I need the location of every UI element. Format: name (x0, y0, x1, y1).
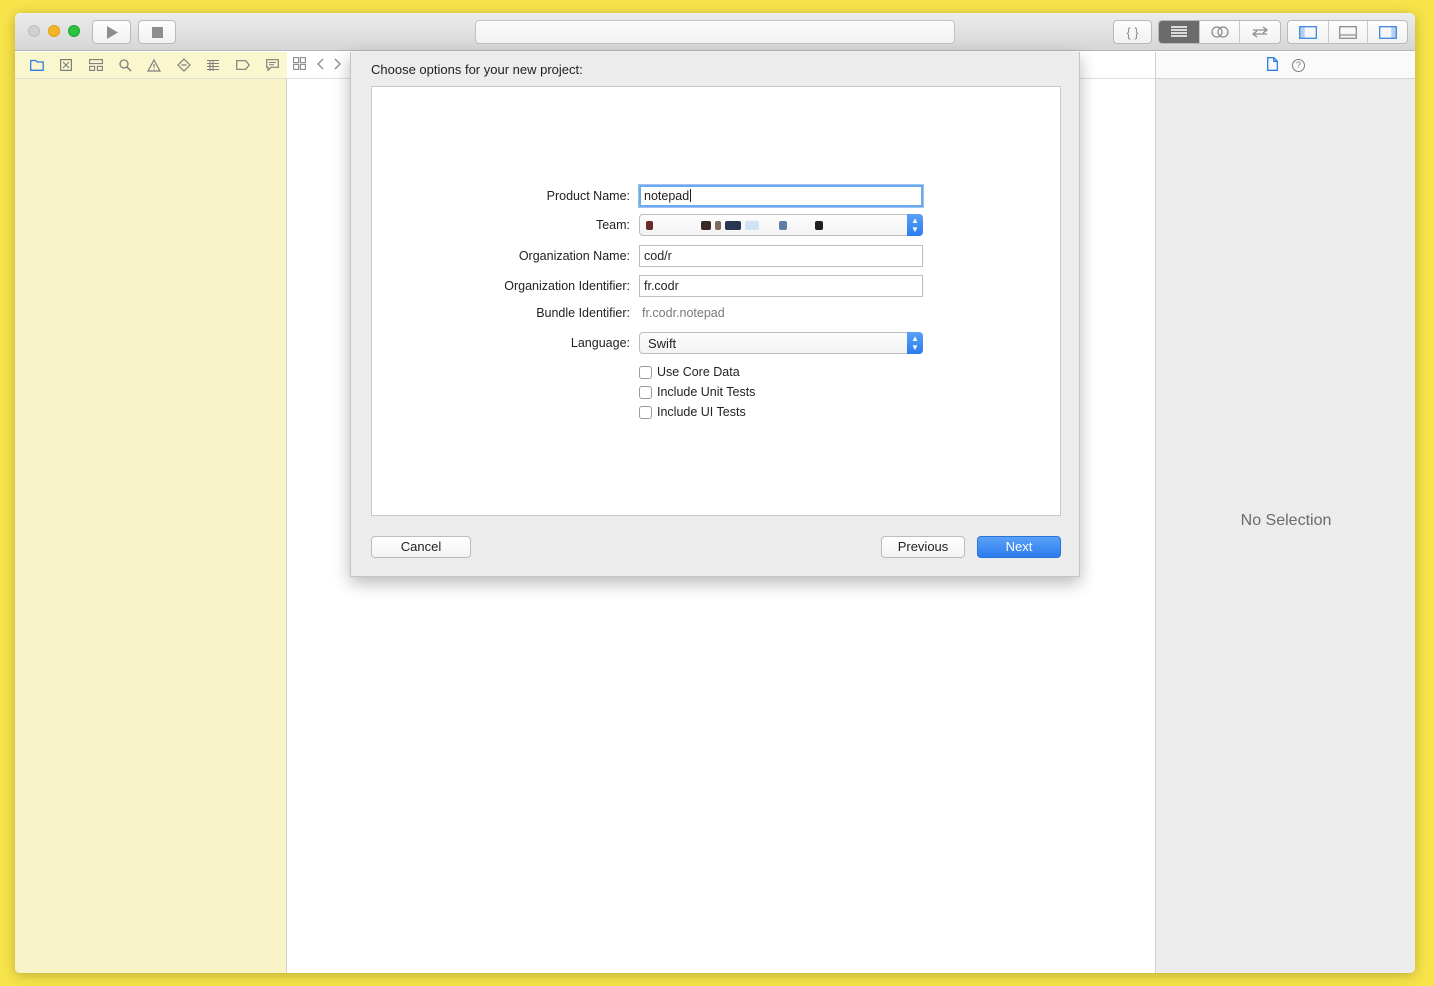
zoom-window-button[interactable] (68, 25, 80, 37)
navigator-pane (15, 52, 287, 973)
checkbox-box[interactable] (639, 385, 652, 399)
inspector-tab-bar: ? (1156, 52, 1415, 79)
no-selection-label: No Selection (1240, 512, 1332, 529)
issue-icon[interactable] (140, 52, 169, 79)
org-identifier-field[interactable]: fr.codr (639, 275, 923, 297)
product-name-field[interactable]: notepad (639, 185, 923, 207)
checkbox-box[interactable] (639, 405, 652, 419)
debug-icon[interactable] (199, 52, 228, 79)
checkbox-label: Include Unit Tests (657, 385, 756, 399)
source-control-icon[interactable] (51, 52, 80, 79)
find-icon[interactable] (110, 52, 139, 79)
breakpoint-icon[interactable] (228, 52, 257, 79)
include-ui-tests-checkbox[interactable]: Include UI Tests (639, 403, 746, 421)
new-project-sheet: Choose options for your new project: Pro… (350, 52, 1080, 577)
symbol-navigator-icon[interactable] (81, 52, 110, 79)
minimize-window-button[interactable] (48, 25, 60, 37)
chevron-up-down-icon: ▲ ▼ (907, 214, 923, 236)
language-value: Swift (648, 336, 677, 351)
team-label: Team: (595, 218, 630, 232)
org-name-label: Organization Name: (518, 249, 630, 263)
previous-button[interactable]: Previous (881, 536, 965, 558)
team-value-redacted (646, 218, 896, 232)
activity-view (475, 20, 955, 44)
language-label: Language: (570, 336, 630, 350)
include-unit-tests-checkbox[interactable]: Include Unit Tests (639, 383, 755, 401)
checkbox-label: Include UI Tests (657, 405, 746, 419)
xcode-window: { } ? No Selection Choose options for yo… (15, 13, 1415, 973)
language-row: Language: Swift ▲ ▼ (372, 332, 1062, 354)
utilities-toggle-icon[interactable] (1367, 21, 1407, 43)
bundle-identifier-label: Bundle Identifier: (536, 306, 630, 320)
navigator-tab-bar (15, 52, 287, 79)
team-row: Team: ▲ ▼ (372, 214, 1062, 236)
checkbox-box[interactable] (639, 365, 652, 379)
braces-icon: { } (1126, 24, 1139, 40)
code-snippet-button[interactable]: { } (1113, 20, 1152, 44)
standard-editor-icon[interactable] (1159, 21, 1199, 43)
close-window-button[interactable] (28, 25, 40, 37)
toolbar: { } (15, 13, 1415, 51)
checkbox-label: Use Core Data (657, 365, 740, 379)
project-navigator-icon[interactable] (22, 52, 51, 79)
options-panel: Product Name: notepad Team: ▲ ▼ Organiza… (371, 86, 1061, 516)
language-popup[interactable]: Swift ▲ ▼ (639, 332, 923, 354)
use-core-data-checkbox[interactable]: Use Core Data (639, 363, 740, 381)
org-name-row: Organization Name: cod/r (372, 245, 1062, 267)
org-identifier-label: Organization Identifier: (504, 279, 630, 293)
file-inspector-icon[interactable] (1267, 56, 1278, 74)
test-icon[interactable] (169, 52, 198, 79)
product-name-value: notepad (644, 189, 690, 203)
org-identifier-row: Organization Identifier: fr.codr (372, 275, 1062, 297)
stop-button[interactable] (138, 20, 176, 44)
version-editor-icon[interactable] (1239, 21, 1279, 43)
editor-mode-segmented-control[interactable] (1158, 20, 1281, 44)
team-popup[interactable]: ▲ ▼ (639, 214, 923, 236)
sheet-title: Choose options for your new project: (371, 62, 583, 77)
quick-help-icon[interactable]: ? (1292, 58, 1305, 72)
bundle-identifier-value: fr.codr.notepad (642, 306, 725, 320)
chevron-up-down-icon: ▲ ▼ (907, 332, 923, 354)
assistant-editor-icon[interactable] (1199, 21, 1239, 43)
bundle-identifier-row: Bundle Identifier: fr.codr.notepad (372, 302, 1062, 324)
next-button[interactable]: Next (977, 536, 1061, 558)
debug-area-toggle-icon[interactable] (1327, 21, 1368, 43)
text-caret (690, 189, 692, 202)
play-icon (106, 25, 118, 39)
org-name-field[interactable]: cod/r (639, 245, 923, 267)
stop-icon (151, 26, 163, 38)
navigator-toggle-icon[interactable] (1288, 21, 1328, 43)
chevron-right-icon[interactable] (334, 58, 342, 73)
report-icon[interactable] (258, 52, 287, 79)
cancel-button[interactable]: Cancel (371, 536, 471, 558)
view-toggle-segmented-control[interactable] (1287, 20, 1408, 44)
related-items-icon[interactable] (293, 57, 306, 73)
run-button[interactable] (92, 20, 131, 44)
product-name-label: Product Name: (546, 189, 630, 203)
inspector-pane: ? No Selection (1155, 52, 1415, 973)
chevron-left-icon[interactable] (316, 58, 324, 73)
product-name-row: Product Name: notepad (372, 185, 1062, 207)
